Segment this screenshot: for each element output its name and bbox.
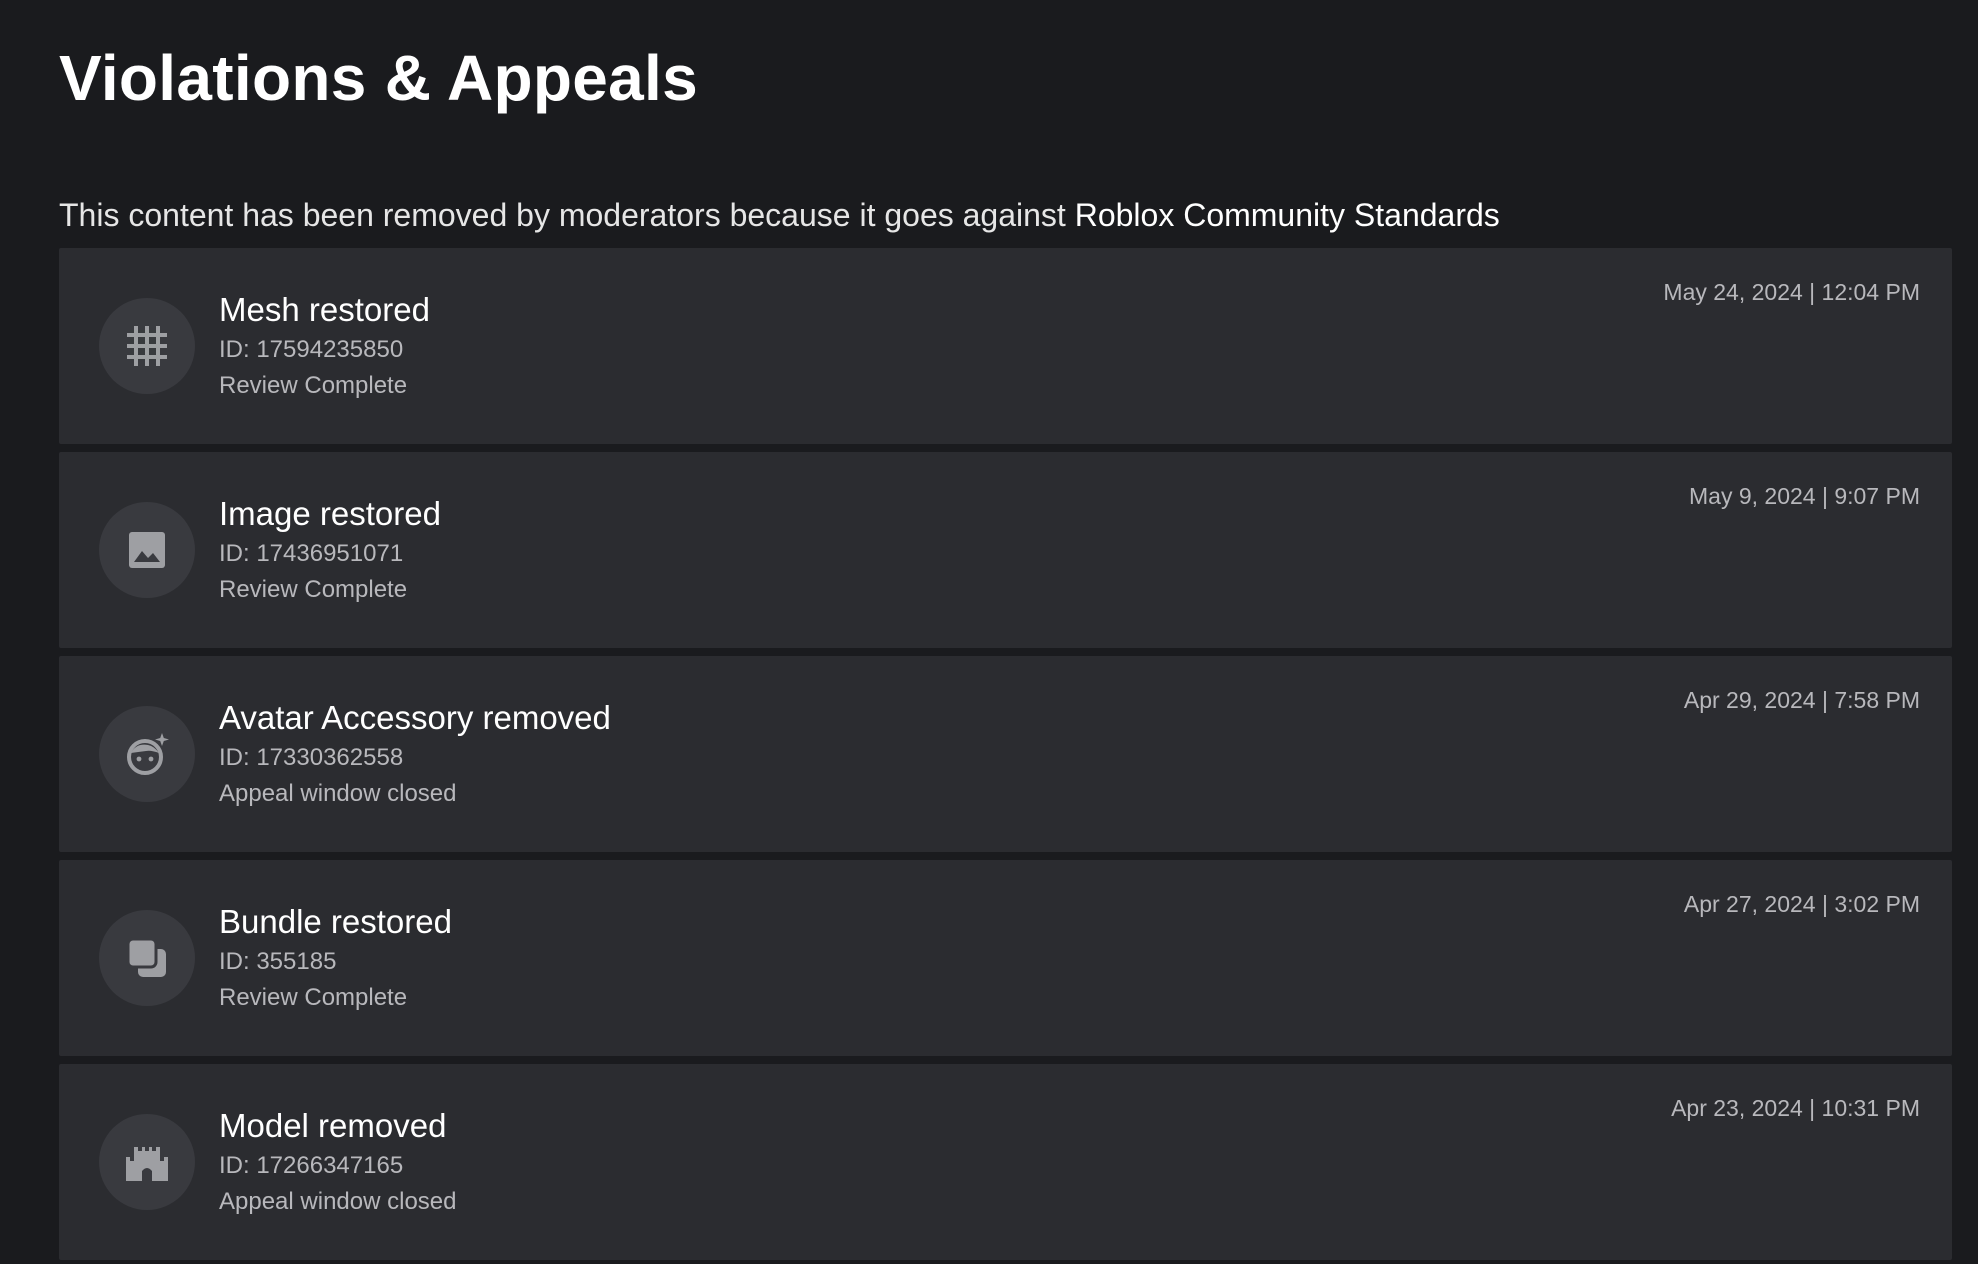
violation-item-bundle[interactable]: Bundle restored ID: 355185 Review Comple… (59, 860, 1952, 1056)
item-details: Model removed ID: 17266347165 Appeal win… (219, 1106, 456, 1218)
item-id: ID: 17266347165 (219, 1152, 404, 1179)
violation-item-mesh[interactable]: Mesh restored ID: 17594235850 Review Com… (59, 248, 1952, 444)
item-title: Image restored (219, 495, 441, 532)
item-icon-circle (99, 502, 195, 598)
item-icon-circle (99, 706, 195, 802)
item-details: Bundle restored ID: 355185 Review Comple… (219, 902, 452, 1014)
item-details: Image restored ID: 17436951071 Review Co… (219, 494, 441, 606)
image-icon (129, 532, 165, 568)
community-standards-link[interactable]: Roblox Community Standards (1075, 197, 1500, 233)
item-title: Mesh restored (219, 291, 430, 328)
item-details: Avatar Accessory removed ID: 17330362558… (219, 698, 611, 810)
mesh-grid-icon (127, 326, 167, 366)
item-title: Avatar Accessory removed (219, 699, 611, 736)
page-description-text: This content has been removed by moderat… (59, 197, 1075, 233)
violations-appeals-page: Violations & Appeals This content has be… (0, 0, 1978, 1264)
violation-item-image[interactable]: Image restored ID: 17436951071 Review Co… (59, 452, 1952, 648)
page-description: This content has been removed by moderat… (59, 196, 1938, 234)
item-icon-circle (99, 298, 195, 394)
bundle-icon (126, 937, 166, 977)
item-title: Bundle restored (219, 903, 452, 940)
item-status: Review Complete (219, 372, 408, 399)
item-status: Appeal window closed (219, 780, 457, 807)
item-date: May 9, 2024 | 9:07 PM (1689, 483, 1920, 509)
item-id: ID: 17436951071 (219, 540, 404, 567)
item-date: May 24, 2024 | 12:04 PM (1663, 279, 1920, 305)
page-title: Violations & Appeals (59, 42, 699, 114)
item-details: Mesh restored ID: 17594235850 Review Com… (219, 290, 430, 402)
violations-list: Mesh restored ID: 17594235850 Review Com… (59, 248, 1952, 1264)
item-id: ID: 355185 (219, 948, 337, 975)
violation-item-avatar-accessory[interactable]: Avatar Accessory removed ID: 17330362558… (59, 656, 1952, 852)
avatar-face-icon (127, 733, 169, 775)
item-title: Model removed (219, 1107, 447, 1144)
violation-item-model[interactable]: Model removed ID: 17266347165 Appeal win… (59, 1064, 1952, 1260)
item-icon-circle (99, 1114, 195, 1210)
item-icon-circle (99, 910, 195, 1006)
item-date: Apr 23, 2024 | 10:31 PM (1671, 1095, 1920, 1121)
item-status: Review Complete (219, 984, 408, 1011)
item-status: Appeal window closed (219, 1188, 457, 1215)
item-id: ID: 17330362558 (219, 744, 404, 771)
item-id: ID: 17594235850 (219, 336, 404, 363)
item-status: Review Complete (219, 576, 408, 603)
item-date: Apr 27, 2024 | 3:02 PM (1683, 891, 1920, 917)
item-date: Apr 29, 2024 | 7:58 PM (1683, 687, 1920, 713)
castle-icon (126, 1147, 168, 1181)
